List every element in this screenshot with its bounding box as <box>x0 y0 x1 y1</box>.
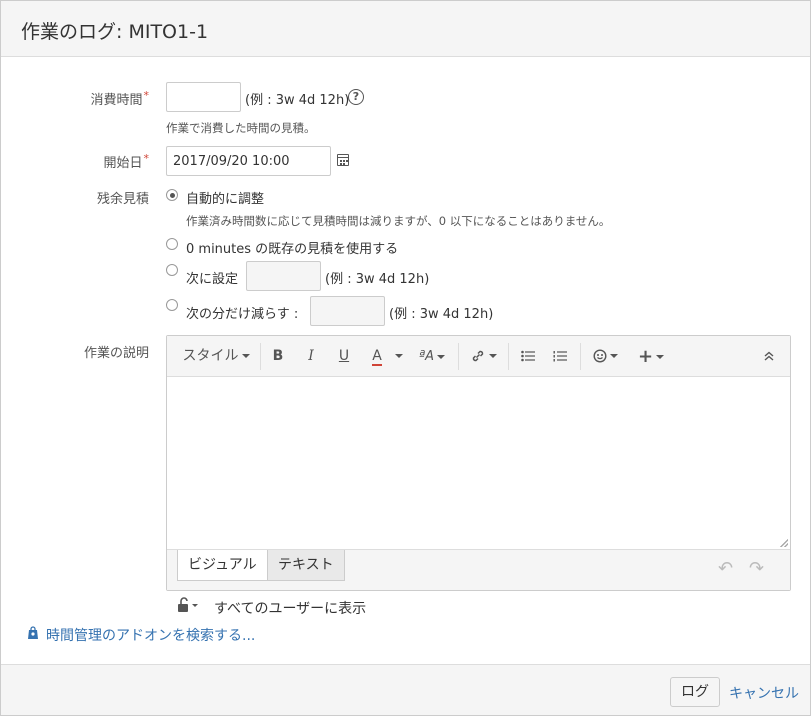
text-color-button[interactable]: A <box>366 336 388 377</box>
text-color-dropdown[interactable] <box>393 336 405 377</box>
visibility-dropdown[interactable] <box>177 597 201 617</box>
reduce-by-input[interactable] <box>310 296 385 326</box>
addon-bag-icon <box>27 626 39 644</box>
numbered-list-icon <box>553 351 567 362</box>
unlock-icon <box>178 597 198 612</box>
toolbar-divider <box>458 343 459 370</box>
start-date-label: 開始日* <box>103 152 149 171</box>
time-spent-description: 作業で消費した時間の見積。 <box>166 121 316 135</box>
radio-use-existing[interactable] <box>166 238 178 250</box>
collapse-toolbar-button[interactable] <box>757 336 781 377</box>
radio-set-to-label: 次に設定 <box>186 272 239 287</box>
link-icon <box>472 350 483 362</box>
set-to-example: (例 : 3w 4d 12h) <box>325 272 430 287</box>
bullet-list-button[interactable] <box>516 336 540 377</box>
remaining-estimate-label: 残余見積 <box>96 192 149 207</box>
editor-footer: ビジュアル テキスト ↶ ↷ <box>167 549 790 590</box>
double-chevron-up-icon <box>764 351 774 361</box>
resize-handle[interactable] <box>780 539 788 547</box>
format-dropdown[interactable]: ªA <box>413 336 451 377</box>
bold-button[interactable]: B <box>267 336 289 377</box>
underline-button[interactable]: U <box>333 336 355 377</box>
log-work-dialog: 作業のログ: MITO1-1 消費時間* (例 : 3w 4d 12h) ? 作… <box>0 0 811 716</box>
radio-reduce-by-label: 次の分だけ減らす : <box>186 307 299 322</box>
auto-adjust-description: 作業済み時間数に応じて見積時間は減りますが、0 以下になることはありません。 <box>186 214 611 228</box>
dialog-title: 作業のログ: MITO1-1 <box>21 21 209 43</box>
italic-button[interactable]: I <box>300 336 322 377</box>
time-spent-input[interactable] <box>166 82 241 112</box>
dialog-footer: ログ キャンセル <box>1 664 810 715</box>
undo-icon[interactable]: ↶ <box>718 558 733 579</box>
toolbar-divider <box>580 343 581 370</box>
redo-icon[interactable]: ↷ <box>749 558 764 579</box>
rich-text-editor: スタイル B I U A ªA + ビジュアル テキスト ↶ ↷ <box>166 335 791 591</box>
tab-visual[interactable]: ビジュアル <box>177 550 268 581</box>
time-spent-label: 消費時間* <box>90 89 149 108</box>
required-mark: * <box>143 89 150 102</box>
radio-auto-adjust-label: 自動的に調整 <box>186 192 265 207</box>
editor-text-area[interactable] <box>167 377 790 549</box>
emoticon-icon <box>592 349 607 363</box>
style-dropdown[interactable]: スタイル <box>177 336 255 377</box>
calendar-icon[interactable] <box>337 154 349 166</box>
tab-text[interactable]: テキスト <box>267 550 345 581</box>
help-icon[interactable]: ? <box>348 89 364 105</box>
addon-search-link[interactable]: 時間管理のアドオンを検索する... <box>46 625 255 645</box>
toolbar-divider <box>260 343 261 370</box>
toolbar-divider <box>508 343 509 370</box>
dialog-header: 作業のログ: MITO1-1 <box>1 1 810 57</box>
cancel-link[interactable]: キャンセル <box>729 683 799 703</box>
start-date-input[interactable] <box>166 146 331 176</box>
radio-auto-adjust[interactable] <box>166 189 178 201</box>
time-spent-example: (例 : 3w 4d 12h) <box>245 93 350 108</box>
bullet-list-icon <box>521 350 535 362</box>
insert-more-dropdown[interactable]: + <box>633 336 669 377</box>
set-to-input[interactable] <box>246 261 321 291</box>
visibility-label: すべてのユーザーに表示 <box>214 601 367 617</box>
work-description-label: 作業の説明 <box>83 346 149 361</box>
link-dropdown[interactable] <box>465 336 501 377</box>
radio-reduce-by[interactable] <box>166 299 178 311</box>
log-button[interactable]: ログ <box>670 677 720 707</box>
reduce-by-example: (例 : 3w 4d 12h) <box>389 307 494 322</box>
emoticon-dropdown[interactable] <box>587 336 623 377</box>
editor-toolbar: スタイル B I U A ªA + <box>167 336 790 377</box>
radio-set-to[interactable] <box>166 264 178 276</box>
required-mark: * <box>143 152 150 165</box>
numbered-list-button[interactable] <box>548 336 572 377</box>
radio-use-existing-label: 0 minutes の既存の見積を使用する <box>186 242 399 257</box>
